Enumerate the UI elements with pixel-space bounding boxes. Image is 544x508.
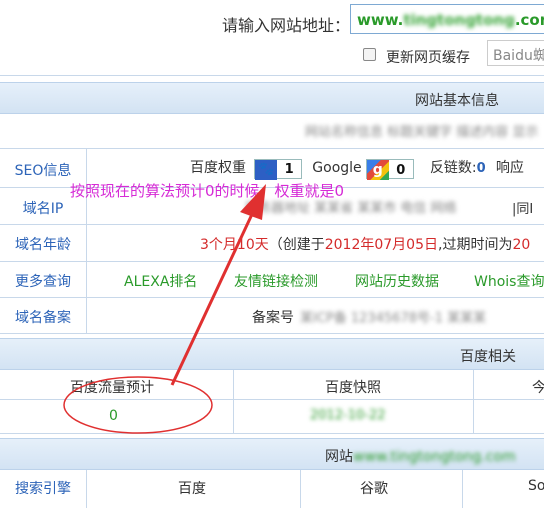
same-ip-link[interactable]: |同I [512,198,533,217]
row-line [0,261,544,262]
col-line [473,370,474,433]
more-label: 更多查询 [15,274,71,290]
col-line [233,370,234,433]
row-line [0,224,544,225]
website-title: 网站www.tingtongtong.com [325,446,516,466]
google-g-icon: g [366,159,389,180]
expire-date: 20 [512,237,531,253]
url-label: 请输入网站地址： [222,16,351,35]
traffic-value: 0 [109,408,118,424]
today-header: 今 [532,380,544,396]
row-line [0,148,544,149]
col-line [86,470,87,508]
age-label: 域名年龄 [15,237,71,253]
annotation-overlay [63,184,266,434]
url-domain-blurred: tingtongtong [403,11,515,29]
website-title-prefix: 网站 [325,449,353,465]
url-prefix: www. [357,11,404,29]
history-data-link[interactable]: 网站历史数据 [355,271,439,291]
col-line [86,148,87,333]
engine-select[interactable]: Baidu蜘 [487,40,544,66]
traffic-header: 百度流量预计 [70,380,154,396]
baidu-weight-badge[interactable]: 🐾 1 [254,158,303,180]
created-prefix: （创建于 [268,237,325,253]
backlinks-label: 反链数: [429,160,477,176]
url-input[interactable]: www.tingtongtong.com [350,4,544,34]
row-line [0,333,544,334]
baidu-col-header: 百度 [178,481,206,497]
icp-blurred: 某ICP备 12345678号-1 某某某 [300,311,487,326]
baidu-related-title: 百度相关 [460,349,516,365]
ip-label: 域名IP [22,201,64,217]
row-line [0,297,544,298]
created-date: 2012年07月05日 [324,237,438,253]
snapshot-header: 百度快照 [325,380,381,396]
col-line [462,470,463,508]
seo-info: 百度权重 🐾 1 Google g0 反链数:0 响应 [190,157,524,180]
response-label: 响应 [495,160,524,176]
google-label: Google [312,160,362,176]
search-engine-header: 搜索引擎 [15,481,71,497]
age-info: 3个月10天（创建于2012年07月05日,过期时间为20 [200,234,530,254]
baidu-weight-value: 1 [284,161,294,177]
alexa-link[interactable]: ALEXA排名 [124,271,197,291]
whois-link[interactable]: Whois查询 [474,271,544,291]
baidu-weight-label: 百度权重 [190,160,246,176]
row-line [0,433,544,434]
refresh-cache-label: 更新网页缓存 [386,50,470,66]
annotation-text: 按照现在的算法预计0的时候，权重就是0 [70,182,345,200]
age-value: 3个月10天 [200,237,269,253]
url-suffix: .com [514,11,544,29]
snapshot-date[interactable]: 2012-10-22 [310,408,386,423]
divider [0,75,544,76]
google-pr-badge[interactable]: g0 [365,158,414,180]
basic-info-title: 网站基本信息 [415,93,499,109]
col-line [300,470,301,508]
row-line [0,399,544,400]
google-pr-value: 0 [396,162,406,178]
expire-text: ,过期时间为 [438,237,513,253]
google-col-header: 谷歌 [360,481,388,497]
site-title-blurred: 网站名称信息 标题关键字 描述内容 显示 [305,125,539,140]
icp-prefix: 备案号 [252,310,294,326]
refresh-cache-checkbox[interactable] [363,48,376,61]
website-url-blurred: www.tingtongtong.com [353,449,516,465]
backlinks-value: 0 [476,161,486,176]
friendlink-check-link[interactable]: 友情链接检测 [234,271,318,291]
baidu-paw-icon: 🐾 [255,159,278,180]
icp-label: 域名备案 [15,310,71,326]
seo-label: SEO信息 [14,163,72,179]
so-col-header: So [528,478,544,494]
